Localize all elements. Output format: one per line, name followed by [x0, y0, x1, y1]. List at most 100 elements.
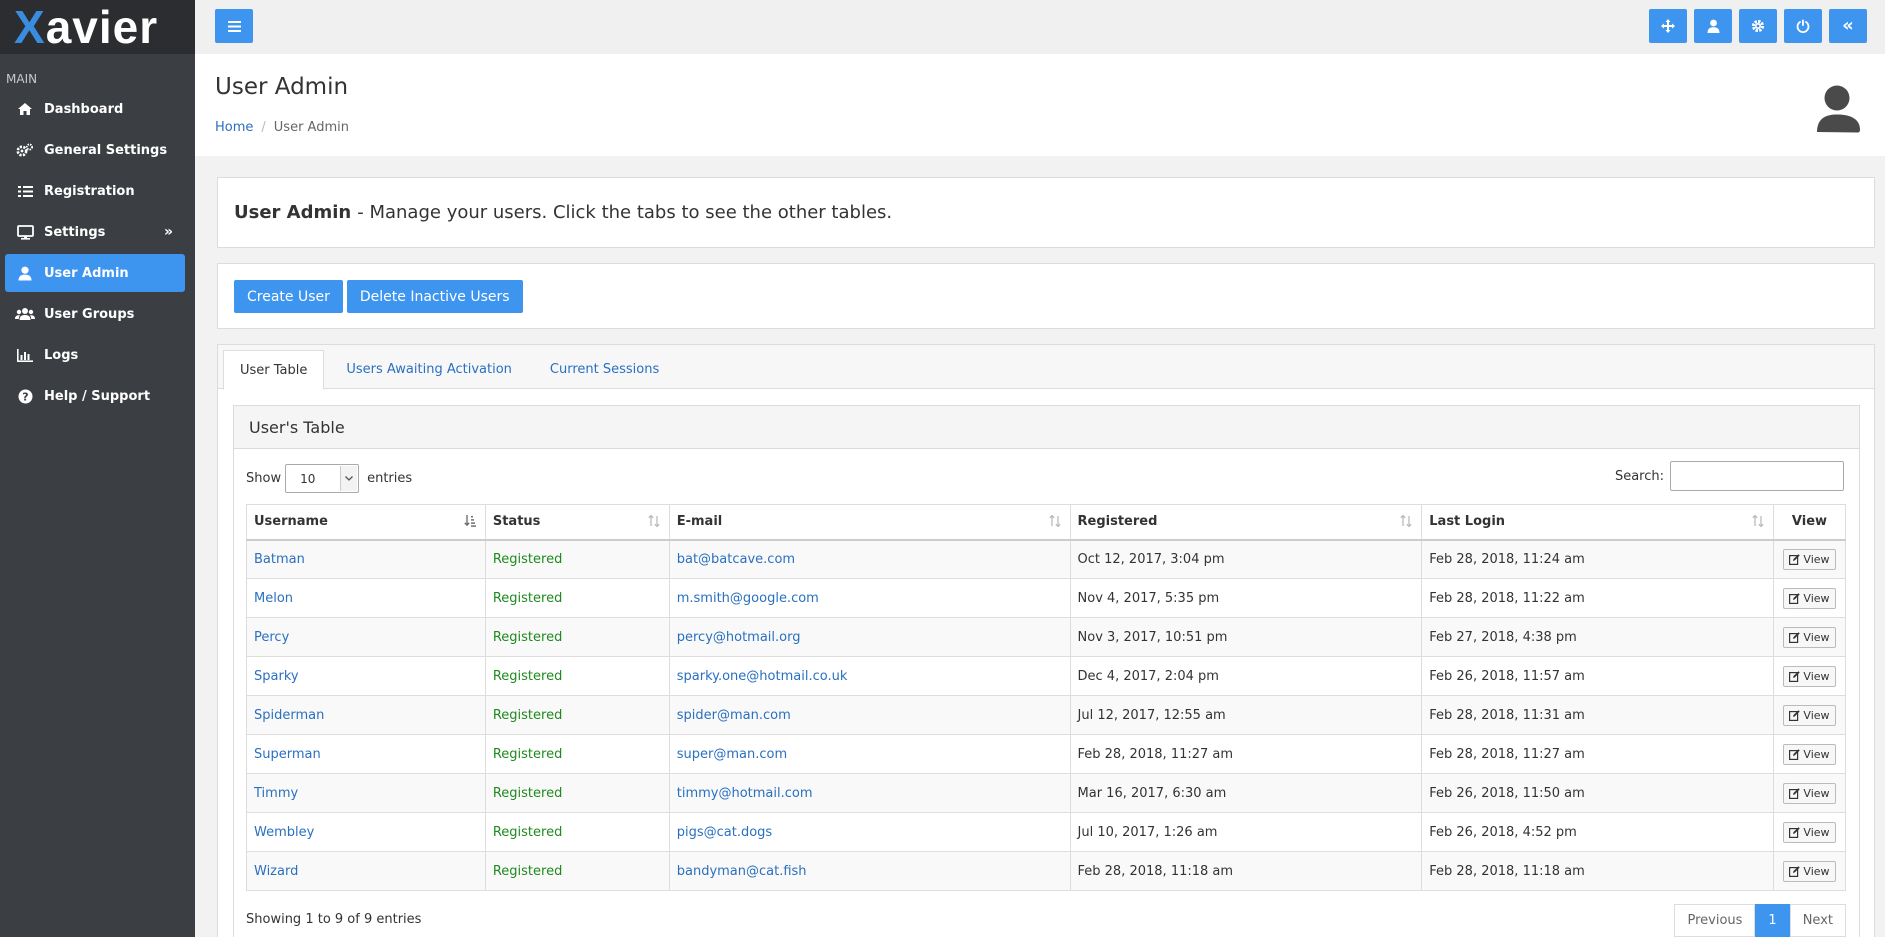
email-link[interactable]: m.smith@google.com [677, 591, 819, 606]
sidebar-item-registration[interactable]: Registration [5, 172, 185, 210]
table-row: Melon Registered m.smith@google.com Nov … [247, 579, 1846, 618]
sidebar-item-logs[interactable]: Logs [5, 336, 185, 374]
table-row: Timmy Registered timmy@hotmail.com Mar 1… [247, 774, 1846, 813]
user-icon [14, 266, 36, 281]
email-link[interactable]: bat@batcave.com [677, 552, 795, 567]
sidebar-section-label: MAIN [0, 54, 195, 88]
sidebar-item-label: General Settings [44, 143, 167, 158]
email-link[interactable]: spider@man.com [677, 708, 791, 723]
last-login-cell: Feb 28, 2018, 11:27 am [1422, 735, 1774, 774]
view-button[interactable]: View [1783, 549, 1835, 570]
email-link[interactable]: bandyman@cat.fish [677, 864, 807, 879]
topbar: « [195, 0, 1885, 54]
view-button[interactable]: View [1783, 705, 1835, 726]
sidebar-item-general-settings[interactable]: General Settings [5, 131, 185, 169]
page-header: User Admin Home / User Admin [195, 54, 1885, 156]
username-link[interactable]: Batman [254, 552, 305, 567]
sidebar-item-label: Dashboard [44, 102, 123, 117]
delete-inactive-users-button[interactable]: Delete Inactive Users [347, 280, 523, 313]
move-button[interactable] [1649, 9, 1687, 43]
sidebar-item-user-groups[interactable]: User Groups [5, 295, 185, 333]
table-row: Superman Registered super@man.com Feb 28… [247, 735, 1846, 774]
topbar-actions: « [1649, 9, 1867, 43]
tab-current-sessions[interactable]: Current Sessions [534, 350, 675, 389]
sidebar-item-user-admin[interactable]: User Admin [5, 254, 185, 292]
search-control: Search: [1615, 461, 1844, 491]
column-header-email[interactable]: E-mail [669, 505, 1070, 540]
edit-icon [1789, 593, 1800, 604]
last-login-cell: Feb 26, 2018, 4:52 pm [1422, 813, 1774, 852]
entries-summary: Showing 1 to 9 of 9 entries [246, 912, 421, 927]
column-header-view: View [1773, 505, 1845, 540]
username-link[interactable]: Melon [254, 591, 293, 606]
pagination-next-button[interactable]: Next [1790, 904, 1846, 937]
email-link[interactable]: sparky.one@hotmail.co.uk [677, 669, 848, 684]
view-button[interactable]: View [1783, 783, 1835, 804]
info-panel: User Admin - Manage your users. Click th… [217, 177, 1875, 248]
edit-icon [1789, 554, 1800, 565]
collapse-button[interactable]: « [1829, 9, 1867, 43]
email-link[interactable]: super@man.com [677, 747, 787, 762]
bar-chart-icon [14, 349, 36, 362]
users-table-card: User's Table Show 10 entries Search: [233, 405, 1860, 937]
last-login-cell: Feb 27, 2018, 4:38 pm [1422, 618, 1774, 657]
tab-user-table[interactable]: User Table [223, 350, 324, 390]
registered-cell: Oct 12, 2017, 3:04 pm [1070, 540, 1422, 579]
logo[interactable]: Xavier [0, 0, 195, 54]
double-chevron-left-icon: « [1842, 17, 1854, 35]
status-cell: Registered [485, 813, 669, 852]
breadcrumb-home-link[interactable]: Home [215, 120, 253, 135]
svg-text:?: ? [22, 390, 28, 403]
last-login-cell: Feb 26, 2018, 11:50 am [1422, 774, 1774, 813]
username-link[interactable]: Spiderman [254, 708, 324, 723]
view-button[interactable]: View [1783, 744, 1835, 765]
pagination-previous-button[interactable]: Previous [1674, 904, 1755, 937]
table-header-row: Username Status E-mail Registered Last L… [247, 505, 1846, 540]
profile-button[interactable] [1694, 9, 1732, 43]
view-button[interactable]: View [1783, 822, 1835, 843]
user-icon [1707, 19, 1720, 33]
page-size-value: 10 [300, 472, 315, 486]
view-button[interactable]: View [1783, 627, 1835, 648]
view-button[interactable]: View [1783, 861, 1835, 882]
table-row: Wembley Registered pigs@cat.dogs Jul 10,… [247, 813, 1846, 852]
breadcrumb-current: User Admin [274, 120, 349, 135]
view-button[interactable]: View [1783, 666, 1835, 687]
pagination-page-button[interactable]: 1 [1755, 904, 1789, 937]
pagination: Previous 1 Next [1674, 904, 1846, 937]
column-header-status[interactable]: Status [485, 505, 669, 540]
status-cell: Registered [485, 579, 669, 618]
sidebar-item-help-support[interactable]: ? Help / Support [5, 377, 185, 415]
username-link[interactable]: Superman [254, 747, 321, 762]
logout-button[interactable] [1784, 9, 1822, 43]
show-label: Show [246, 471, 281, 486]
tab-users-awaiting-activation[interactable]: Users Awaiting Activation [330, 350, 528, 389]
tabs-panel: User Table Users Awaiting Activation Cur… [217, 344, 1875, 937]
search-input[interactable] [1670, 461, 1844, 491]
sort-icon [1400, 515, 1412, 530]
breadcrumb-separator: / [261, 120, 265, 135]
username-link[interactable]: Wembley [254, 825, 314, 840]
view-button[interactable]: View [1783, 588, 1835, 609]
username-link[interactable]: Timmy [254, 786, 298, 801]
tabs-bar: User Table Users Awaiting Activation Cur… [218, 345, 1874, 389]
menu-toggle-button[interactable] [215, 9, 253, 43]
home-icon [14, 102, 36, 116]
chevron-down-icon [340, 466, 357, 491]
username-link[interactable]: Percy [254, 630, 289, 645]
email-link[interactable]: pigs@cat.dogs [677, 825, 772, 840]
page-size-select[interactable]: 10 [285, 464, 359, 493]
column-header-registered[interactable]: Registered [1070, 505, 1422, 540]
username-link[interactable]: Sparky [254, 669, 299, 684]
column-header-username[interactable]: Username [247, 505, 486, 540]
create-user-button[interactable]: Create User [234, 280, 343, 313]
username-link[interactable]: Wizard [254, 864, 298, 879]
column-header-last-login[interactable]: Last Login [1422, 505, 1774, 540]
email-link[interactable]: percy@hotmail.org [677, 630, 801, 645]
email-link[interactable]: timmy@hotmail.com [677, 786, 813, 801]
sidebar-item-dashboard[interactable]: Dashboard [5, 90, 185, 128]
users-icon [14, 307, 36, 321]
page-title: User Admin [215, 74, 348, 100]
sidebar-item-settings[interactable]: Settings » [5, 213, 185, 251]
settings-button[interactable] [1739, 9, 1777, 43]
